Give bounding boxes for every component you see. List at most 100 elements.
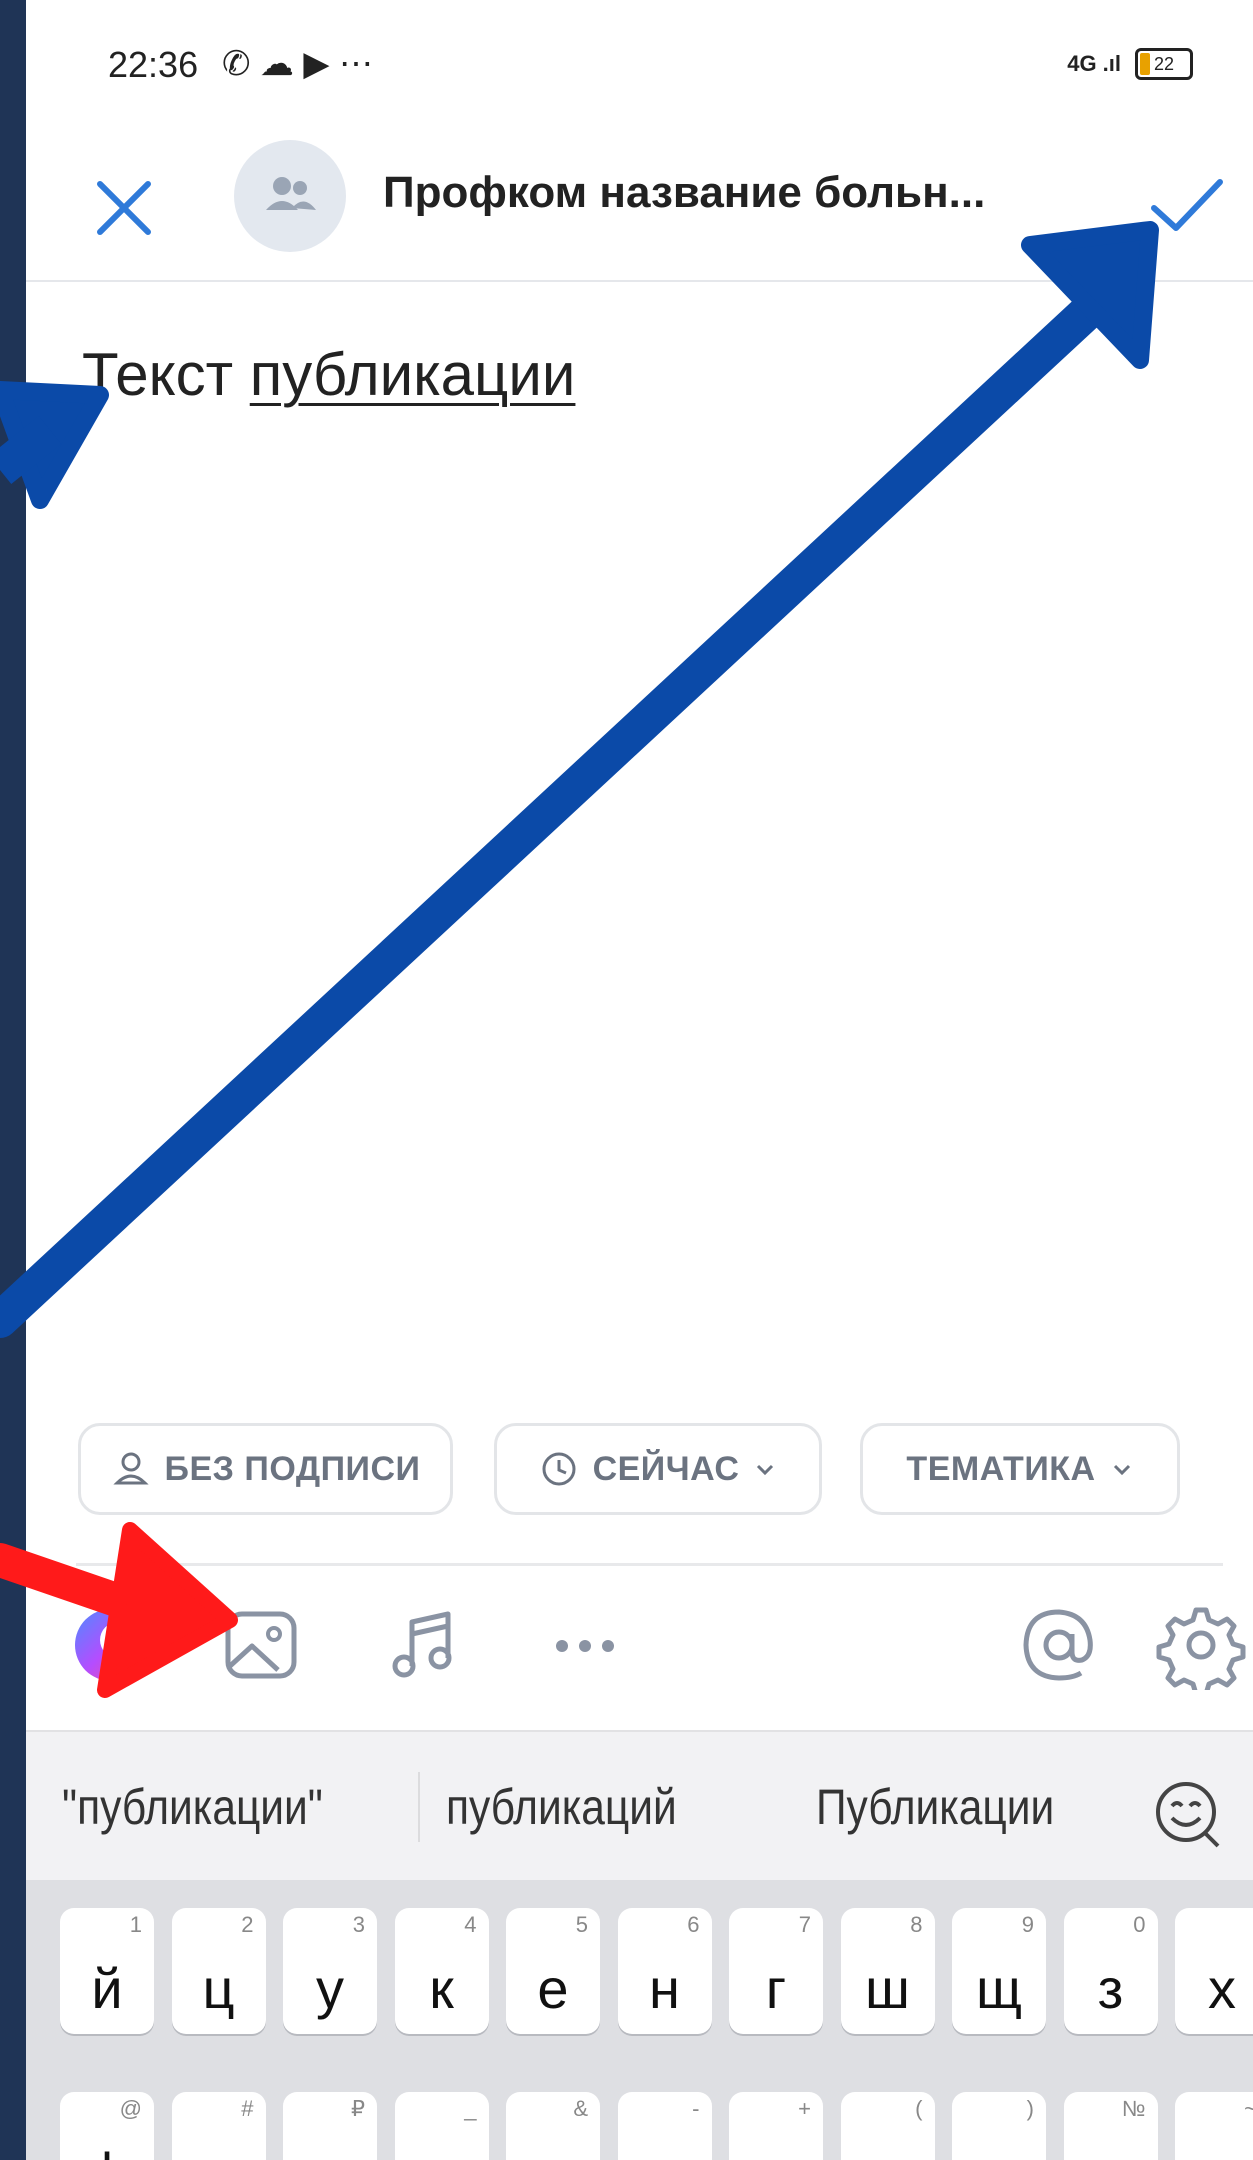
key-hint: 4 xyxy=(464,1912,477,1937)
time-chip[interactable]: СЕЙЧАС xyxy=(494,1423,822,1515)
keyboard-key[interactable]: х xyxy=(1175,1908,1253,2034)
key-hint: 8 xyxy=(910,1912,923,1937)
key-hint: # xyxy=(241,2096,254,2121)
suggestion-item[interactable]: публикаций xyxy=(446,1778,677,1836)
key-hint: ~ xyxy=(1244,2096,1253,2121)
users-icon xyxy=(266,177,316,210)
key-hint: + xyxy=(798,2096,811,2121)
post-text-underlined: публикации xyxy=(249,341,576,408)
key-char: ц xyxy=(202,1957,235,2020)
keyboard-key[interactable]: ₽в xyxy=(283,2092,377,2160)
key-hint: ₽ xyxy=(351,2096,365,2121)
keyboard-key[interactable]: 5е xyxy=(506,1908,600,2034)
settings-icon[interactable] xyxy=(1156,1600,1246,1690)
key-char: э xyxy=(1175,2140,1253,2160)
key-hint: @ xyxy=(119,2096,142,2121)
keyboard-key[interactable]: №ж xyxy=(1063,2092,1158,2160)
status-bar: 22:36 ✆ ☁ ▶ ⋯ 4G .ıl 22 xyxy=(26,0,1253,130)
key-hint: ( xyxy=(915,2096,923,2121)
topic-label: ТЕМАТИКА xyxy=(906,1449,1096,1488)
key-hint: - xyxy=(692,2096,700,2121)
keyboard-key[interactable]: 6н xyxy=(617,1908,712,2034)
key-char: е xyxy=(537,1957,569,2020)
suggestion-item[interactable]: "публикации" xyxy=(62,1778,323,1836)
group-avatar xyxy=(234,140,346,252)
keyboard-suggestions: "публикации" публикаций Публикации xyxy=(26,1730,1253,1882)
image-icon[interactable] xyxy=(216,1600,306,1690)
signal-icon: 4G .ıl xyxy=(1067,51,1121,76)
attachment-toolbar xyxy=(26,1580,1253,1710)
keyboard-key[interactable]: _а xyxy=(394,2092,489,2160)
key-char: д xyxy=(952,2140,1046,2160)
emoji-icon[interactable] xyxy=(1146,1772,1226,1852)
key-char: а xyxy=(395,2140,489,2160)
key-char: н xyxy=(649,1957,680,2020)
key-hint: 5 xyxy=(575,1912,588,1937)
topic-chip[interactable]: ТЕМАТИКА xyxy=(860,1423,1180,1515)
keyboard: 1й2ц3у4к5е6н7г8ш9щ0зх @ф#ы₽в_а&п-р+о(л)д… xyxy=(26,1880,1253,2160)
keyboard-key[interactable]: (л xyxy=(840,2092,935,2160)
time-label: СЕЙЧАС xyxy=(592,1449,740,1488)
post-text-input[interactable]: Текст публикации xyxy=(82,340,575,409)
key-char: х xyxy=(1208,1957,1236,2020)
battery-icon: 22 xyxy=(1135,48,1193,80)
signature-chip[interactable]: БЕЗ ПОДПИСИ xyxy=(78,1423,453,1515)
close-icon[interactable] xyxy=(86,170,166,250)
post-options: БЕЗ ПОДПИСИ СЕЙЧАС ТЕМАТИКА xyxy=(26,1423,1253,1523)
key-hint: № xyxy=(1121,2096,1146,2121)
suggestion-divider xyxy=(418,1772,420,1842)
keyboard-key[interactable]: 3у xyxy=(283,1908,377,2034)
chevron-down-icon xyxy=(757,1464,774,1476)
clips-icon[interactable] xyxy=(66,1600,156,1690)
key-char: о xyxy=(729,2140,823,2160)
keyboard-key[interactable]: 0з xyxy=(1063,1908,1158,2034)
keyboard-key[interactable]: 4к xyxy=(394,1908,489,2034)
publish-check-icon[interactable] xyxy=(1146,170,1226,240)
keyboard-key[interactable]: 8ш xyxy=(840,1908,935,2034)
key-hint: 1 xyxy=(129,1912,142,1937)
key-hint: _ xyxy=(464,2096,477,2121)
key-char: ф xyxy=(60,2140,154,2160)
more-icon[interactable] xyxy=(540,1600,630,1690)
phone-screen: 22:36 ✆ ☁ ▶ ⋯ 4G .ıl 22 Профком название… xyxy=(26,0,1253,2160)
keyboard-key[interactable]: )д xyxy=(952,2092,1046,2160)
keyboard-key[interactable]: -р xyxy=(617,2092,712,2160)
key-hint: 3 xyxy=(352,1912,365,1937)
mention-icon[interactable] xyxy=(1014,1600,1104,1690)
key-char: й xyxy=(91,1957,123,2020)
key-char: к xyxy=(429,1957,454,2020)
key-char: з xyxy=(1097,1957,1124,2020)
key-char: г xyxy=(765,1957,787,2020)
status-notification-icons: ✆ ☁ ▶ ⋯ xyxy=(222,45,373,83)
keyboard-key[interactable]: 9щ xyxy=(952,1908,1046,2034)
key-char: р xyxy=(618,2140,712,2160)
key-char: у xyxy=(316,1957,344,2020)
keyboard-key[interactable]: 7г xyxy=(729,1908,823,2034)
keyboard-key[interactable]: 1й xyxy=(60,1908,154,2034)
key-hint: 2 xyxy=(241,1912,254,1937)
key-char: ж xyxy=(1064,2140,1158,2160)
person-icon xyxy=(112,1452,149,1485)
keyboard-key[interactable]: +о xyxy=(729,2092,823,2160)
battery-level: 22 xyxy=(1153,54,1175,74)
key-hint: 7 xyxy=(798,1912,811,1937)
music-icon[interactable] xyxy=(378,1600,468,1690)
divider xyxy=(76,1563,1223,1566)
key-hint: 9 xyxy=(1021,1912,1034,1937)
key-char: ш xyxy=(865,1957,910,2020)
chevron-down-icon xyxy=(1113,1464,1130,1476)
suggestion-item[interactable]: Публикации xyxy=(816,1778,1054,1836)
keyboard-key[interactable]: @ф xyxy=(60,2092,154,2160)
key-char: в xyxy=(283,2140,377,2160)
keyboard-key[interactable]: 2ц xyxy=(171,1908,266,2034)
keyboard-key[interactable]: #ы xyxy=(171,2092,266,2160)
keyboard-key[interactable]: ~э xyxy=(1175,2092,1253,2160)
key-hint: 6 xyxy=(687,1912,700,1937)
keyboard-key[interactable]: &п xyxy=(506,2092,600,2160)
key-hint: 0 xyxy=(1133,1912,1146,1937)
signature-label: БЕЗ ПОДПИСИ xyxy=(164,1449,421,1488)
key-char: л xyxy=(841,2140,935,2160)
key-hint: ) xyxy=(1026,2096,1034,2121)
group-name: Профком название больн... xyxy=(383,168,986,217)
key-char: ы xyxy=(172,2140,266,2160)
